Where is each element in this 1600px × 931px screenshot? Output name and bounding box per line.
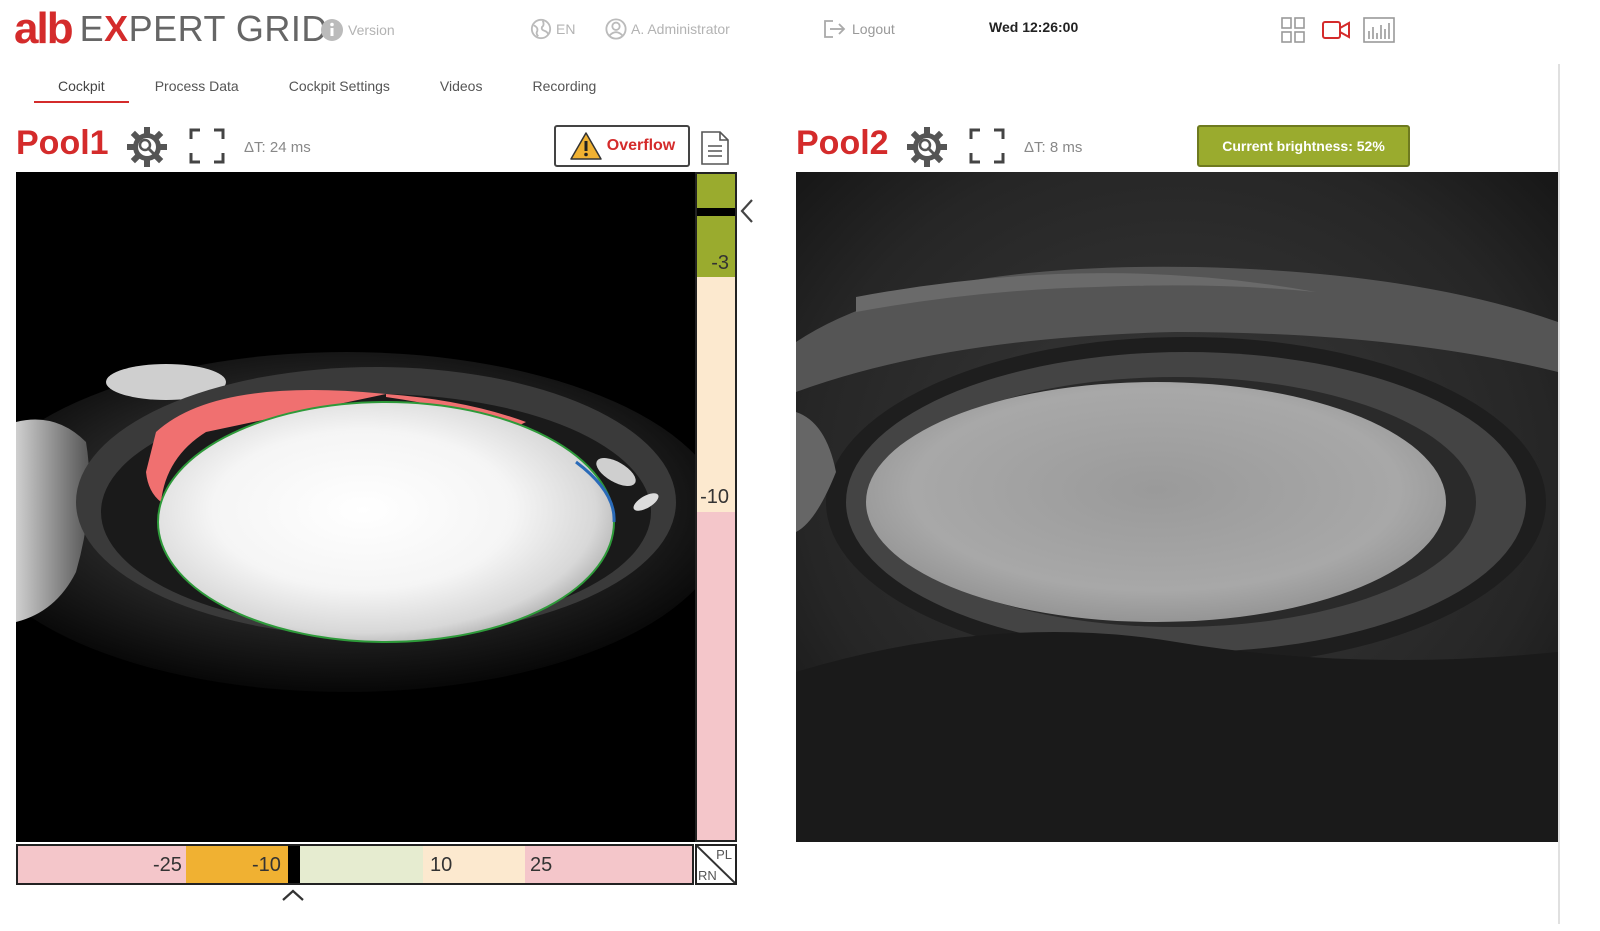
pool1-fullscreen-icon[interactable] <box>189 128 225 164</box>
vgauge-zone-caution <box>697 277 735 512</box>
language-selector[interactable]: EN <box>530 18 575 40</box>
pool2-delta-time: ΔT: 8 ms <box>1024 139 1083 156</box>
orientation-label-pl: PL <box>716 847 732 862</box>
logout-icon <box>824 20 846 38</box>
hgauge-level-marker <box>288 846 300 883</box>
tab-videos[interactable]: Videos <box>440 76 483 103</box>
grid-layout-icon[interactable] <box>1281 17 1305 43</box>
pool1-title: Pool1 <box>16 124 109 162</box>
tab-recording[interactable]: Recording <box>532 76 596 103</box>
pool2-camera-feed[interactable] <box>796 172 1558 842</box>
clock: Wed 12:26:00 <box>989 19 1079 35</box>
version-link[interactable]: Version <box>320 18 395 42</box>
pool1-delta-time: ΔT: 24 ms <box>244 139 311 156</box>
logout-button[interactable]: Logout <box>822 18 895 40</box>
pool2-brightness-indicator[interactable]: Current brightness: 52% <box>1197 125 1410 167</box>
pool1-camera-feed[interactable] <box>16 172 695 842</box>
logo-product: EXPERT GRID <box>79 8 328 49</box>
user-label: A. Administrator <box>631 21 730 37</box>
vgauge-label-minus10: -10 <box>700 486 729 508</box>
logo-brand: alb <box>14 4 74 53</box>
overflow-label: Overflow <box>606 137 676 154</box>
hgauge-zone-ok <box>300 846 423 883</box>
user-icon <box>605 18 627 40</box>
pool1-overflow-status[interactable]: Overflow <box>554 125 690 167</box>
pool1-thermal-image <box>16 172 695 842</box>
main-tabs: Cockpit Process Data Cockpit Settings Vi… <box>32 76 646 103</box>
app-header: alb EXPERT GRID Version EN A. Administra… <box>0 0 1600 60</box>
pool2-fullscreen-icon[interactable] <box>969 128 1005 164</box>
tab-cockpit-settings[interactable]: Cockpit Settings <box>289 76 390 103</box>
pool2-title: Pool2 <box>796 124 889 162</box>
pool1-orientation-toggle[interactable]: PL RN <box>695 844 737 885</box>
expand-chevron-up-icon[interactable] <box>281 888 305 902</box>
hgauge-label-minus25: -25 <box>153 854 182 876</box>
hgauge-label-10: 10 <box>430 854 453 876</box>
pool1-vertical-level-gauge: -3 -10 <box>695 172 737 842</box>
language-label: EN <box>556 21 576 37</box>
user-menu[interactable]: A. Administrator <box>605 18 730 40</box>
hgauge-label-25: 25 <box>530 854 553 876</box>
globe-icon <box>530 18 552 40</box>
pool1-report-document-icon[interactable] <box>700 130 730 166</box>
logout-label: Logout <box>852 21 895 37</box>
orientation-label-rn: RN <box>698 868 717 883</box>
pool2-camera-image <box>796 172 1558 842</box>
vgauge-label-minus3: -3 <box>711 252 729 274</box>
vgauge-zone-ok-top <box>697 174 735 208</box>
tab-cockpit[interactable]: Cockpit <box>34 76 129 103</box>
pool1-settings-gear-icon[interactable] <box>126 126 168 168</box>
app-logo[interactable]: alb EXPERT GRID <box>14 4 328 54</box>
hgauge-label-minus10: -10 <box>252 854 281 876</box>
info-icon <box>321 19 343 41</box>
chart-icon[interactable] <box>1363 17 1395 43</box>
collapse-chevron-left-icon[interactable] <box>738 198 756 224</box>
version-label: Version <box>348 22 395 38</box>
vgauge-level-marker <box>697 208 735 216</box>
pool1-horizontal-level-gauge: -25 -10 10 25 <box>16 844 694 885</box>
right-divider <box>1558 64 1560 924</box>
video-camera-icon[interactable] <box>1322 21 1350 39</box>
warning-icon <box>570 132 602 160</box>
tab-process-data[interactable]: Process Data <box>155 76 239 103</box>
pool2-settings-gear-icon[interactable] <box>906 126 948 168</box>
